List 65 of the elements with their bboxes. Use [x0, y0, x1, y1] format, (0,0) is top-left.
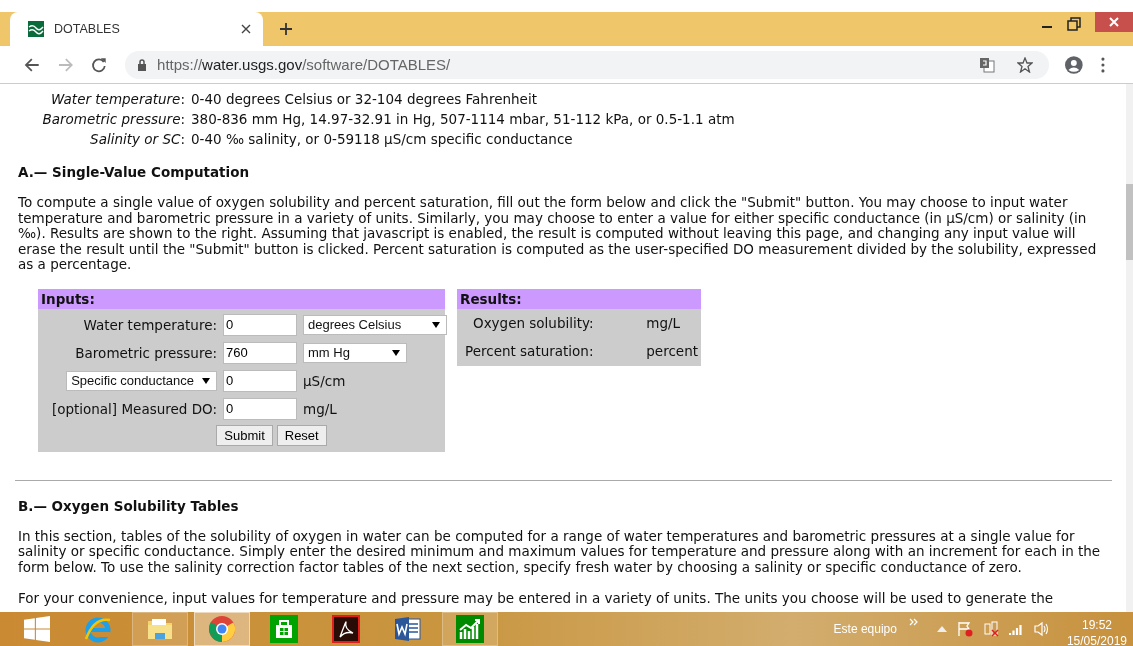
- windows-start-icon[interactable]: [24, 616, 50, 642]
- input-field[interactable]: 760: [223, 341, 297, 364]
- input-field[interactable]: 0: [223, 369, 297, 392]
- section-heading: A.— Single-Value Computation: [18, 164, 251, 180]
- tab-title: DOTABLES: [54, 22, 121, 36]
- account-icon[interactable]: [1065, 55, 1084, 74]
- result-label: Percent saturation:: [465, 342, 594, 359]
- browser-e-icon: [84, 615, 112, 643]
- panel-header: Results:: [457, 288, 701, 309]
- dropdown[interactable]: Specific conductance: [66, 370, 217, 391]
- result-label: Oxygen solubility:: [472, 314, 594, 331]
- chart-icon: [456, 615, 484, 643]
- field-label: Water temperature:: [82, 316, 217, 333]
- close-icon: [1109, 17, 1119, 27]
- unit-label: µS/cm: [303, 372, 347, 389]
- result-unit: percent: [646, 342, 698, 359]
- taskbar-app[interactable]: [442, 612, 498, 646]
- panel-header: Inputs:: [38, 288, 445, 309]
- restore-icon[interactable]: [1067, 17, 1081, 31]
- reload-icon[interactable]: [91, 56, 108, 73]
- close-tab-icon[interactable]: [241, 24, 251, 34]
- form-button[interactable]: Submit: [216, 424, 273, 446]
- range-value: 0-40 degrees Celsius or 32-104 degrees Fahrenheit: [191, 91, 538, 107]
- new-tab-icon[interactable]: [279, 22, 293, 36]
- section-paragraph: For your convenience, input values for temperature and pressure may be entered in a variety of units. The units you choose will be used to generate the: [18, 591, 1055, 607]
- lock-icon: [137, 58, 148, 71]
- field-label: [optional] Measured DO:: [50, 400, 217, 417]
- section-heading: B.— Oxygen Solubility Tables: [18, 497, 240, 514]
- scrollbar-thumb[interactable]: [1126, 184, 1133, 260]
- caret-icon: [202, 377, 210, 384]
- section-paragraph: To compute a single value of oxygen solubility and percent saturation, fill out the form below and click the "Submit" button. You may choose to input water temperature and barometric pressure in a variety of units. Similarly, you may choose to enter a value for either specific conductance (in µS/cm) or salinity (in ‰). Results are shown to the right. Assuming that javascript is enabled, the result is computed without leaving this page, and changing any input value will erase the result until the "Submit" button is clicked. Percent saturation is computed as the user-specified DO measurement divided by the solubility, expressed as a percentage.: [18, 195, 1098, 273]
- site-logo-icon: [28, 21, 44, 37]
- range-label: Water temperature:: [49, 91, 185, 107]
- menu-icon[interactable]: [1101, 56, 1105, 73]
- browser-tab[interactable]: DOTABLES: [10, 12, 263, 46]
- range-label: Salinity or SC:: [89, 131, 185, 147]
- input-field[interactable]: 0: [223, 397, 297, 420]
- store-bag-icon: [270, 615, 298, 643]
- star-icon[interactable]: [1017, 56, 1034, 73]
- dropdown[interactable]: mm Hg: [303, 342, 407, 363]
- url-text: https://water.usgs.gov/software/DOTABLES/: [157, 56, 451, 73]
- range-value: 380-836 mm Hg, 14.97-32.91 in Hg, 507-1114 mbar, 51-112 kPa, or 0.5-1.1 atm: [191, 111, 736, 127]
- signal-icon[interactable]: [1008, 622, 1023, 636]
- range-label: Barometric pressure:: [41, 111, 185, 127]
- address-bar[interactable]: https://water.usgs.gov/software/DOTABLES/: [125, 50, 1050, 79]
- caret-icon: [392, 349, 400, 356]
- section-paragraph: In this section, tables of the solubility of oxygen in water can be computed for a range of water temperatures and barometric pressures at a single value for salinity or specific conductance. Simply enter the desired minimum and maximum values for temperature and pressure along with an increment for each in the form below. To use the salinity correction factor tables of the next section, specify fresh water by choosing a salinity or specific conductance of zero.: [18, 528, 1102, 575]
- double-chevron-icon[interactable]: [908, 618, 919, 626]
- range-value: 0-40 ‰ salinity, or 0-59118 µS/cm specific conductance: [191, 131, 574, 147]
- unit-label: mg/L: [303, 400, 338, 417]
- pdf-reader-icon: [332, 615, 360, 643]
- back-arrow-icon[interactable]: [24, 56, 40, 73]
- input-field[interactable]: 0: [223, 313, 297, 336]
- close-window-button[interactable]: [1095, 12, 1133, 32]
- network-icon[interactable]: [982, 621, 999, 637]
- caret-icon: [432, 321, 440, 328]
- translate-icon[interactable]: [979, 56, 996, 73]
- word-document-icon: [394, 615, 422, 643]
- speaker-icon[interactable]: [1032, 621, 1049, 637]
- form-button[interactable]: Reset: [276, 424, 327, 446]
- flag-icon[interactable]: [956, 621, 973, 637]
- result-unit: mg/L: [646, 314, 682, 331]
- dropdown[interactable]: degrees Celsius: [303, 314, 447, 335]
- field-label: Barometric pressure:: [74, 344, 217, 361]
- chrome-icon: [208, 615, 236, 643]
